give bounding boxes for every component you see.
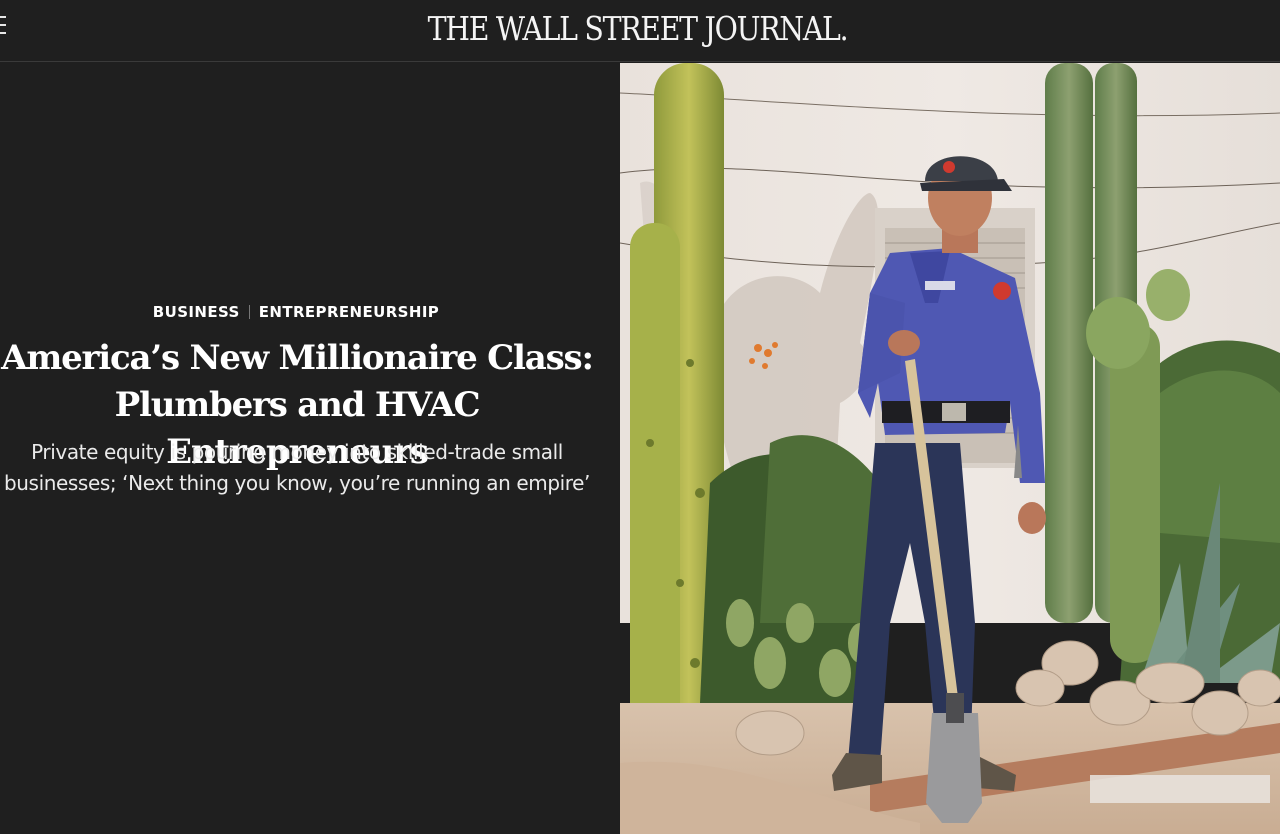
section-link-entrepreneurship[interactable]: ENTREPRENEURSHIP xyxy=(259,303,439,321)
kicker-divider xyxy=(248,305,250,319)
section-breadcrumb: BUSINESS ENTREPRENEURSHIP xyxy=(0,302,592,322)
masthead-logo[interactable]: THE WALL STREET JOURNAL. xyxy=(87,9,1188,49)
hero-photo[interactable] xyxy=(620,63,1280,834)
hamburger-menu-icon[interactable] xyxy=(0,15,8,35)
site-header: THE WALL STREET JOURNAL. xyxy=(0,0,1280,62)
article-text-panel: BUSINESS ENTREPRENEURSHIP America’s New M… xyxy=(0,63,620,834)
article-dek: Private equity is pouring money into ski… xyxy=(3,440,591,495)
section-link-business[interactable]: BUSINESS xyxy=(153,303,240,321)
